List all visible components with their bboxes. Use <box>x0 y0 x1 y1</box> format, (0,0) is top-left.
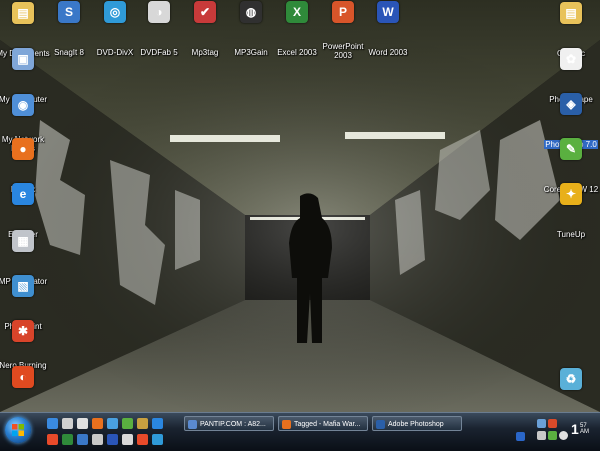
nero-icon: ✱ <box>12 320 34 342</box>
security-tray-icon[interactable] <box>548 419 557 428</box>
bluetooth-icon[interactable] <box>516 432 525 441</box>
quick-launch-icon[interactable] <box>152 434 163 445</box>
network-tray-icon[interactable] <box>537 419 546 428</box>
cdrwin-icon: ◐ <box>12 366 34 388</box>
quick-launch-icon[interactable] <box>47 434 58 445</box>
desktop-top-icon-7[interactable]: W Word 2003 <box>357 1 419 60</box>
coreldraw-icon: ✎ <box>560 138 582 160</box>
quick-launch-icon[interactable] <box>77 434 88 445</box>
windows-flag-icon <box>12 424 24 436</box>
quick-launch-icon[interactable] <box>47 418 58 429</box>
quick-launch-icon[interactable] <box>137 434 148 445</box>
computer-icon: ▣ <box>12 48 34 70</box>
shield-icon[interactable] <box>548 431 557 440</box>
quick-launch-icon[interactable] <box>107 434 118 445</box>
photoshop-window-icon <box>376 420 385 429</box>
desktop-icon-label: Word 2003 <box>368 48 408 57</box>
desktop-icon-label: TuneUp <box>556 230 586 239</box>
network-icon: ◉ <box>12 94 34 116</box>
dvdfab-icon: ◑ <box>148 1 170 23</box>
folder-documents-icon: ▤ <box>12 2 34 24</box>
tuneup-icon: ✦ <box>560 183 582 205</box>
excel-icon: X <box>286 1 308 23</box>
taskbar: PANTIP.COM : A82... Tagged - Mafia War...… <box>0 412 600 451</box>
quick-launch-icon[interactable] <box>122 418 133 429</box>
clock-period: AM <box>580 429 589 435</box>
quick-launch-icon[interactable] <box>122 434 133 445</box>
quick-launch-icon[interactable] <box>137 418 148 429</box>
folder-icon: ▤ <box>560 2 582 24</box>
dvd-divx-icon: ◎ <box>104 1 126 23</box>
firefox-window-icon <box>282 420 291 429</box>
ie-window-icon <box>188 420 197 429</box>
snagit-icon: S <box>58 1 80 23</box>
taskbar-button[interactable]: PANTIP.COM : A82... <box>184 416 274 431</box>
firefox-icon: ● <box>12 138 34 160</box>
quick-launch-icon[interactable] <box>92 434 103 445</box>
taskbar-button-label: PANTIP.COM : A82... <box>200 421 266 428</box>
quick-launch-icon[interactable] <box>107 418 118 429</box>
taskbar-button[interactable]: Tagged - Mafia War... <box>278 416 368 431</box>
recycle-bin-icon: ♻ <box>560 368 582 390</box>
taskbar-button-label: Adobe Photoshop <box>388 421 444 428</box>
photoprint-icon: ▧ <box>12 275 34 297</box>
taskbar-button[interactable]: Adobe Photoshop <box>372 416 462 431</box>
photoshop-icon: ◈ <box>560 93 582 115</box>
start-button[interactable] <box>5 417 31 443</box>
desktop-icon-label: Mp3tag <box>191 48 219 57</box>
photoscape-icon: ✿ <box>560 48 582 70</box>
clock-hour: 1 <box>571 421 579 437</box>
quick-launch-icon[interactable] <box>62 418 73 429</box>
mp-navigator-icon: ▦ <box>12 230 34 252</box>
word-icon: W <box>377 1 399 23</box>
mp3gain-icon: ◍ <box>240 1 262 23</box>
quick-launch-icon[interactable] <box>92 418 103 429</box>
clock[interactable]: 1 57 AM <box>571 421 589 439</box>
internet-explorer-icon: e <box>12 183 34 205</box>
desktop-icon-label: MP3Gain <box>234 48 268 57</box>
desktop-wallpaper <box>0 0 600 412</box>
quick-launch-icon[interactable] <box>62 434 73 445</box>
desktop-right-icon-4[interactable]: ✦ TuneUp <box>540 183 600 242</box>
help-icon[interactable] <box>559 431 568 440</box>
mp3tag-icon: ✔ <box>194 1 216 23</box>
desktop-icon-label: DVDFab 5 <box>140 48 178 57</box>
quick-launch-icon[interactable] <box>77 418 88 429</box>
powerpoint-icon: P <box>332 1 354 23</box>
desktop-icon-label: SnagIt 8 <box>54 48 84 57</box>
volume-icon[interactable] <box>537 431 546 440</box>
quick-launch-icon[interactable] <box>152 418 163 429</box>
taskbar-button-label: Tagged - Mafia War... <box>294 421 361 428</box>
